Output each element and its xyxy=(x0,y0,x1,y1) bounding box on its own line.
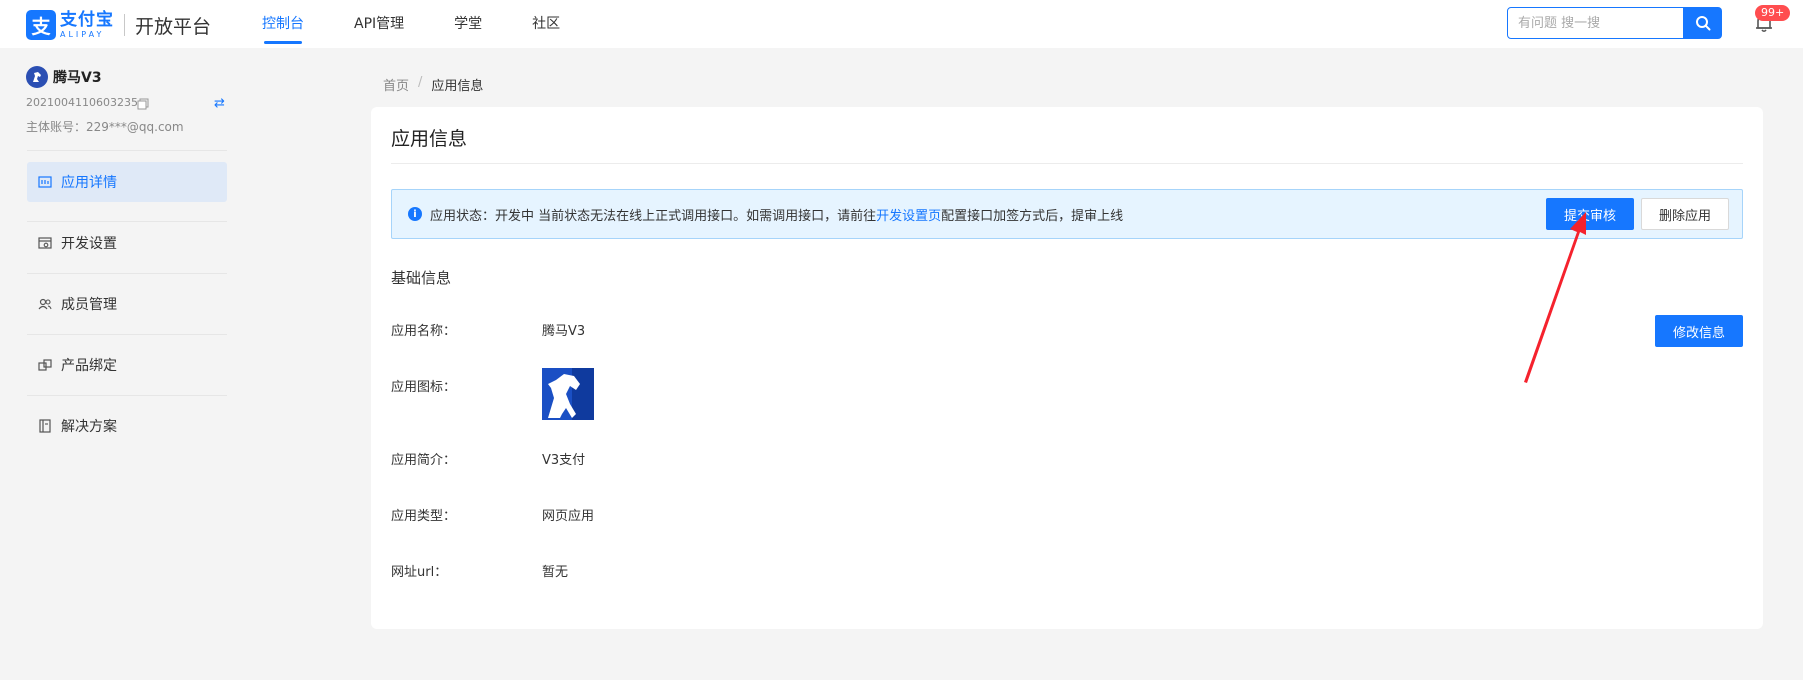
search-input[interactable] xyxy=(1507,7,1684,39)
app-icon-image xyxy=(542,368,594,420)
sidebar-divider xyxy=(27,395,227,396)
field-label-app-icon: 应用图标： xyxy=(391,380,457,395)
field-label-app-intro: 应用简介： xyxy=(391,453,457,468)
logo-brand-cn: 支付宝 xyxy=(60,9,114,30)
field-label-app-type: 应用类型： xyxy=(391,509,457,524)
logo-divider xyxy=(124,14,125,36)
field-label-url: 网址url： xyxy=(391,565,448,580)
sidebar-divider xyxy=(27,334,227,335)
nav-community[interactable]: 社区 xyxy=(532,0,560,48)
search-icon xyxy=(1696,16,1711,31)
breadcrumb: 首页 / 应用信息 xyxy=(383,75,483,94)
alipay-logo-mark: 支 xyxy=(26,10,56,40)
product-bind-icon xyxy=(38,359,52,371)
app-title: 腾马V3 xyxy=(26,66,102,88)
submit-review-button[interactable]: 提交审核 xyxy=(1546,198,1634,230)
top-header: 支 支付宝 ALIPAY 开放平台 控制台 API管理 学堂 社区 99+ xyxy=(0,0,1803,48)
top-nav: 控制台 API管理 学堂 社区 xyxy=(262,0,610,48)
platform-title: 开放平台 xyxy=(135,15,212,38)
sidebar-item-members[interactable]: 成员管理 xyxy=(27,284,227,324)
sidebar-item-label: 解决方案 xyxy=(61,419,117,435)
app-id: 2021004110603235 xyxy=(26,96,138,109)
copy-icon[interactable] xyxy=(137,98,149,110)
sidebar-divider xyxy=(27,221,227,222)
sidebar-item-app-detail[interactable]: 应用详情 xyxy=(27,162,227,202)
sidebar-item-label: 产品绑定 xyxy=(61,358,117,374)
app-info-card: 应用信息 i 应用状态：开发中 当前状态无法在线上正式调用接口。如需调用接口，请… xyxy=(371,107,1763,629)
sidebar-item-label: 开发设置 xyxy=(61,236,117,252)
section-title-basic-info: 基础信息 xyxy=(391,269,452,287)
alert-text: 应用状态：开发中 当前状态无法在线上正式调用接口。如需调用接口，请前往开发设置页… xyxy=(430,205,1123,224)
edit-info-button[interactable]: 修改信息 xyxy=(1655,315,1743,347)
solution-icon xyxy=(39,419,51,433)
nav-api-management[interactable]: API管理 xyxy=(354,0,404,48)
logo-brand-en: ALIPAY xyxy=(60,29,105,39)
page-title: 应用信息 xyxy=(391,128,468,150)
breadcrumb-home[interactable]: 首页 xyxy=(383,75,409,94)
switch-app-icon[interactable]: ⇄ xyxy=(214,96,225,111)
delete-app-button[interactable]: 删除应用 xyxy=(1641,198,1729,230)
sidebar-item-label: 成员管理 xyxy=(61,297,117,313)
search-box xyxy=(1507,7,1722,39)
app-status-alert: i 应用状态：开发中 当前状态无法在线上正式调用接口。如需调用接口，请前往开发设… xyxy=(391,189,1743,239)
field-value-app-intro: V3支付 xyxy=(542,453,586,468)
members-icon xyxy=(38,298,52,310)
sidebar-item-solutions[interactable]: 解决方案 xyxy=(27,406,227,446)
app-avatar xyxy=(26,66,48,88)
notification-badge: 99+ xyxy=(1755,5,1791,21)
horse-icon xyxy=(33,72,41,82)
alipay-logo[interactable]: 支 支付宝 ALIPAY 开放平台 xyxy=(26,9,212,40)
alert-suffix: 配置接口加签方式后，提审上线 xyxy=(941,208,1124,224)
sidebar-item-dev-settings[interactable]: 开发设置 xyxy=(27,223,227,263)
alert-prefix: 应用状态：开发中 当前状态无法在线上正式调用接口。如需调用接口，请前往 xyxy=(430,208,877,224)
app-detail-icon xyxy=(38,176,52,188)
field-label-app-name: 应用名称： xyxy=(391,324,457,339)
account-info: 主体账号：229***@qq.com xyxy=(26,120,184,134)
info-icon: i xyxy=(408,207,422,221)
title-divider xyxy=(391,163,1743,164)
breadcrumb-current: 应用信息 xyxy=(431,79,484,94)
field-value-app-type: 网页应用 xyxy=(542,509,595,524)
dev-settings-link[interactable]: 开发设置页 xyxy=(876,209,941,224)
nav-academy[interactable]: 学堂 xyxy=(454,0,482,48)
field-value-app-name: 腾马V3 xyxy=(542,324,586,339)
breadcrumb-separator: / xyxy=(418,75,423,90)
sidebar-divider xyxy=(27,273,227,274)
sidebar-item-product-bind[interactable]: 产品绑定 xyxy=(27,345,227,385)
app-name: 腾马V3 xyxy=(53,70,102,86)
nav-console[interactable]: 控制台 xyxy=(262,0,304,48)
search-button[interactable] xyxy=(1684,7,1722,39)
sidebar-item-label: 应用详情 xyxy=(61,175,117,191)
field-value-url: 暂无 xyxy=(542,565,569,580)
sidebar-divider xyxy=(27,150,227,151)
dev-settings-icon xyxy=(38,237,52,249)
